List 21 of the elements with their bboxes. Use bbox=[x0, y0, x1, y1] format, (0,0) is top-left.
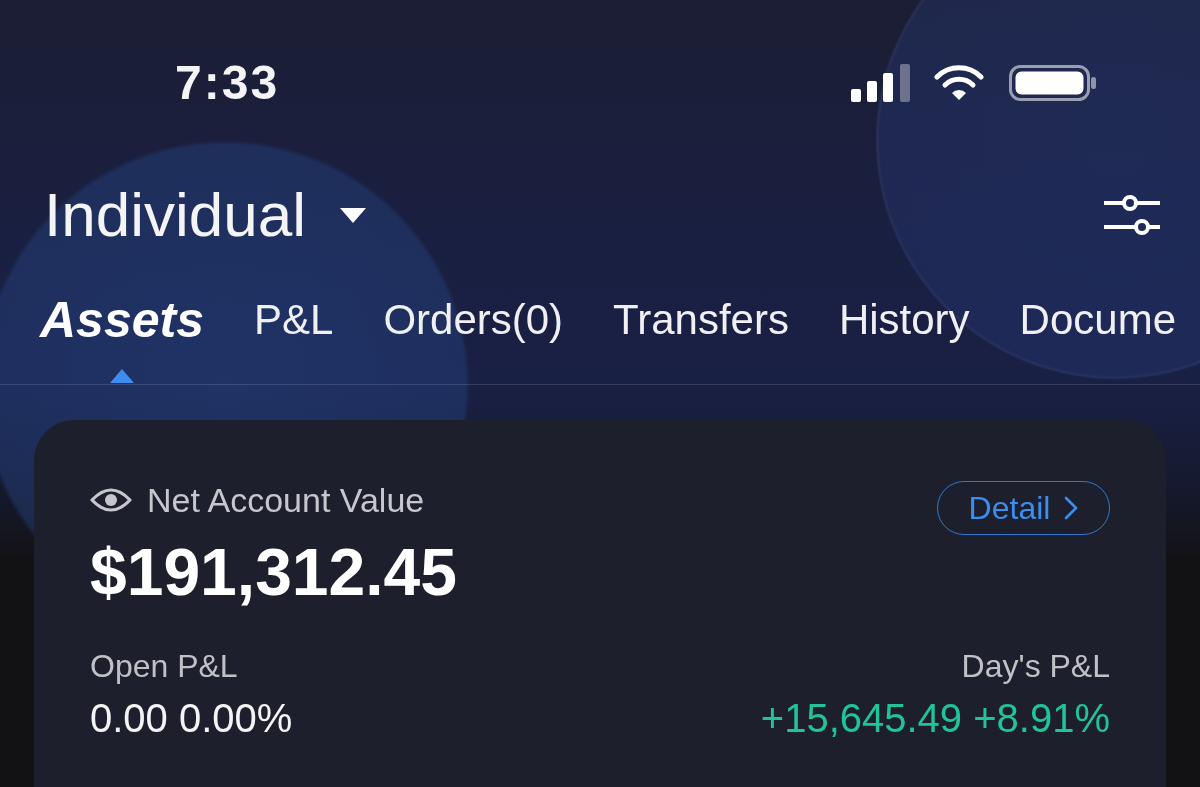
eye-icon[interactable] bbox=[90, 486, 132, 514]
tab[interactable]: P&L bbox=[254, 295, 334, 345]
account-selector[interactable]: Individual bbox=[44, 180, 366, 250]
chevron-right-icon bbox=[1064, 496, 1079, 520]
metric-value: 0.00 0.00% bbox=[90, 695, 293, 742]
clock-time: 7:33 bbox=[175, 55, 280, 111]
metric-label: Day's P&L bbox=[961, 647, 1110, 686]
metric-value: +15,645.49 +8.91% bbox=[760, 695, 1110, 742]
tab[interactable]: Assets bbox=[40, 295, 204, 383]
tab[interactable]: Orders(0) bbox=[383, 295, 564, 345]
signal-icon bbox=[851, 64, 911, 102]
tab[interactable]: Transfers bbox=[613, 295, 789, 345]
sliders-icon[interactable] bbox=[1104, 193, 1160, 237]
net-account-value: $191,312.45 bbox=[90, 536, 458, 608]
battery-icon bbox=[1009, 65, 1097, 101]
tab[interactable]: History bbox=[838, 295, 970, 345]
net-value-label: Net Account Value bbox=[147, 480, 425, 520]
wifi-icon bbox=[934, 65, 984, 101]
tab[interactable]: Docume bbox=[1019, 295, 1176, 345]
metric-label: Open P&L bbox=[90, 647, 238, 686]
caret-icon bbox=[339, 207, 366, 223]
